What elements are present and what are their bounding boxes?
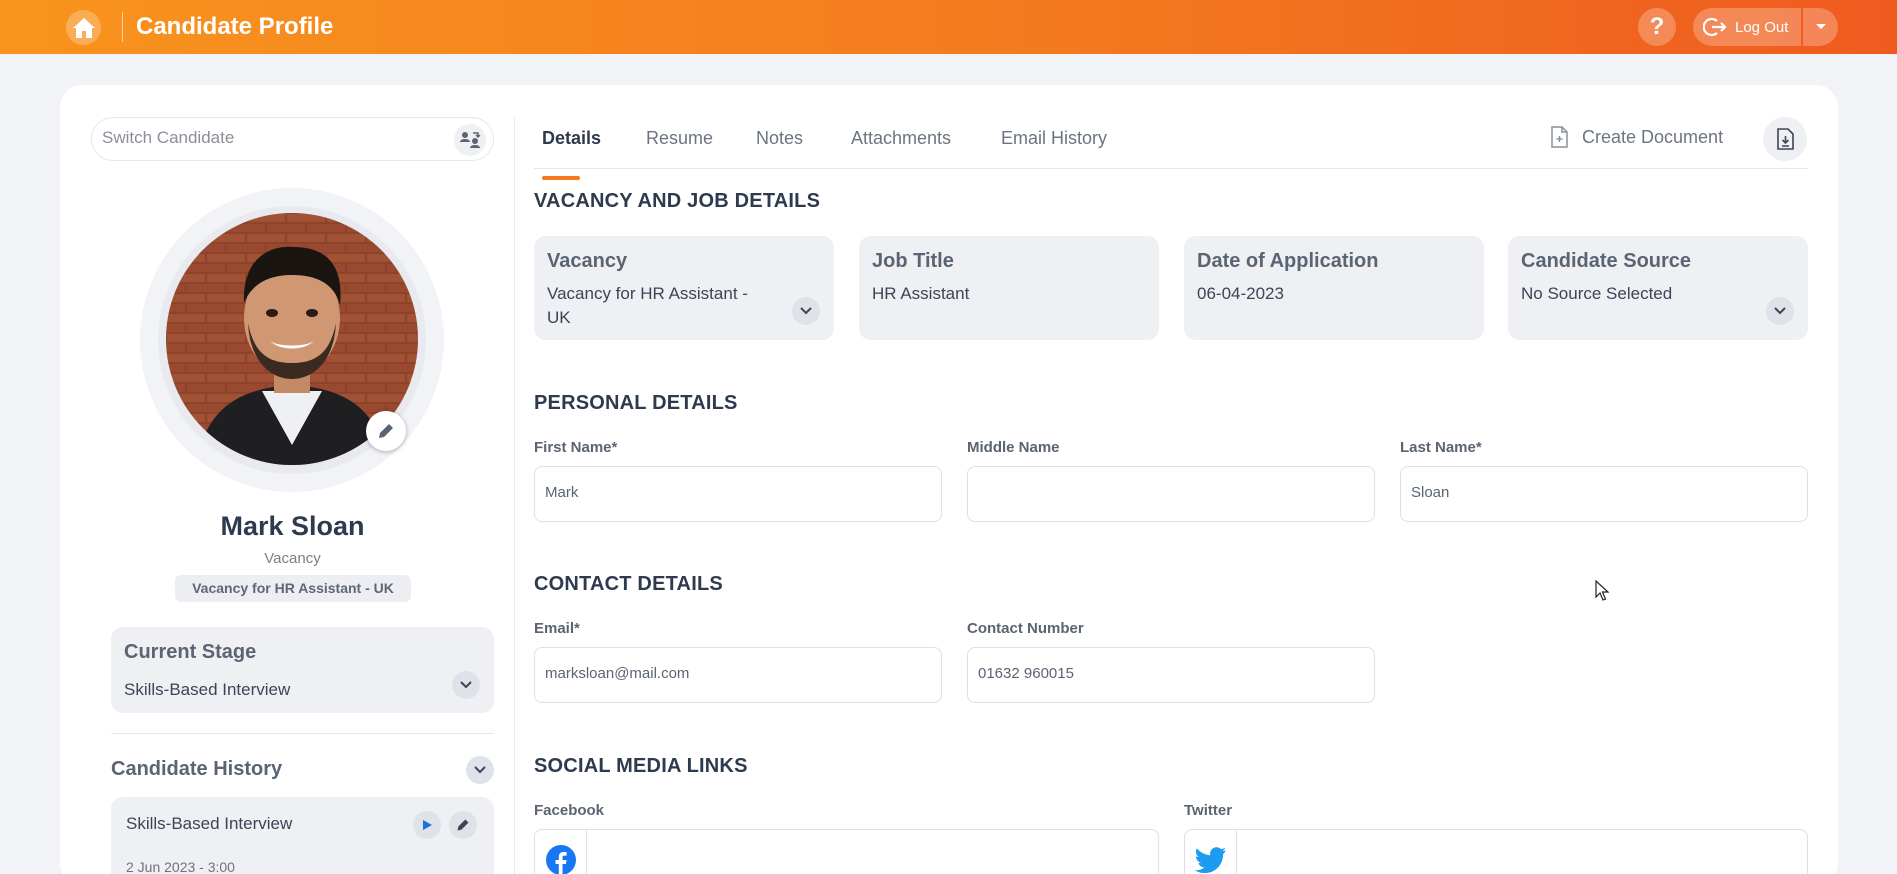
column-divider <box>514 117 515 874</box>
history-item-stage: Skills-Based Interview <box>126 814 293 833</box>
vacancy-card-label: Vacancy <box>547 250 628 272</box>
pencil-icon <box>379 424 393 438</box>
switch-user-icon <box>460 132 481 148</box>
first-name-input[interactable] <box>545 484 925 501</box>
chevron-down-icon <box>474 766 486 774</box>
chevron-down-icon <box>800 307 812 315</box>
chevron-down-icon <box>1774 307 1786 315</box>
download-document-icon <box>1777 128 1794 150</box>
candidate-source-card[interactable]: Candidate Source No Source Selected <box>1508 236 1808 340</box>
stage-dropdown-button[interactable] <box>452 671 480 699</box>
play-icon <box>423 820 432 830</box>
switch-candidate-button[interactable] <box>454 124 486 156</box>
chevron-down-icon <box>460 681 472 689</box>
switch-candidate-input[interactable] <box>102 128 432 148</box>
current-stage-select[interactable]: Current Stage Skills-Based Interview <box>111 627 494 713</box>
social-section-title: SOCIAL MEDIA LINKS <box>534 755 748 777</box>
history-toggle-button[interactable] <box>466 756 494 784</box>
twitter-field[interactable] <box>1184 829 1808 874</box>
logout-label: Log Out <box>1735 18 1789 36</box>
contact-number-input[interactable] <box>978 665 1358 682</box>
facebook-icon-box <box>535 830 587 874</box>
job-title-card-value: HR Assistant <box>872 284 970 303</box>
active-tab-indicator <box>542 176 580 180</box>
email-label: Email* <box>534 620 580 637</box>
create-document-label: Create Document <box>1582 126 1724 147</box>
tab-notes[interactable]: Notes <box>756 128 803 149</box>
application-date-card-value: 06-04-2023 <box>1197 284 1284 303</box>
candidate-history-title: Candidate History <box>111 758 283 780</box>
application-date-card-label: Date of Application <box>1197 250 1379 272</box>
contact-section-title: CONTACT DETAILS <box>534 573 723 595</box>
home-button[interactable] <box>66 10 101 45</box>
switch-candidate-field[interactable] <box>91 117 494 161</box>
history-item: Skills-Based Interview 2 Jun 2023 - 3:00 <box>111 797 494 874</box>
document-add-icon <box>1551 126 1568 148</box>
vacancy-card-value: Vacancy for HR Assistant - UK <box>547 284 748 327</box>
top-bar: Candidate Profile ? Log Out <box>0 0 1897 54</box>
twitter-icon-box <box>1185 830 1237 874</box>
application-date-card: Date of Application 06-04-2023 <box>1184 236 1484 340</box>
header-divider <box>122 12 123 42</box>
vacancy-dropdown-button[interactable] <box>792 297 820 325</box>
tab-details-label: Details <box>542 128 602 148</box>
last-name-field[interactable] <box>1400 466 1808 522</box>
first-name-field[interactable] <box>534 466 942 522</box>
contact-number-label: Contact Number <box>967 620 1084 637</box>
personal-section-title: PERSONAL DETAILS <box>534 392 738 414</box>
create-document-button[interactable]: Create Document <box>1550 126 1723 148</box>
vacancy-card[interactable]: Vacancy Vacancy for HR Assistant - UK <box>534 236 834 340</box>
tab-details[interactable]: Details <box>542 128 602 180</box>
last-name-label: Last Name* <box>1400 439 1482 456</box>
job-title-card: Job Title HR Assistant <box>859 236 1159 340</box>
email-field[interactable] <box>534 647 942 703</box>
facebook-field[interactable] <box>534 829 1159 874</box>
logout-button[interactable]: Log Out <box>1693 8 1801 46</box>
twitter-icon <box>1194 847 1226 873</box>
sidebar-divider <box>111 733 494 734</box>
candidate-source-card-label: Candidate Source <box>1521 250 1692 272</box>
history-play-button[interactable] <box>413 811 441 839</box>
source-dropdown-button[interactable] <box>1766 297 1794 325</box>
question-icon: ? <box>1649 13 1665 40</box>
history-edit-button[interactable] <box>449 811 477 839</box>
current-stage-title: Current Stage <box>124 641 257 663</box>
download-button[interactable] <box>1763 117 1807 161</box>
last-name-input[interactable] <box>1411 484 1791 501</box>
help-button[interactable]: ? <box>1638 8 1676 46</box>
tab-attachments[interactable]: Attachments <box>851 128 951 149</box>
facebook-icon <box>545 845 576 874</box>
candidate-vacancy-label: Vacancy <box>264 550 321 567</box>
candidate-source-card-value: No Source Selected <box>1521 284 1673 303</box>
edit-avatar-button[interactable] <box>366 411 406 451</box>
tab-resume[interactable]: Resume <box>646 128 713 149</box>
current-stage-value: Skills-Based Interview <box>124 680 291 699</box>
history-item-date: 2 Jun 2023 - 3:00 <box>126 859 235 874</box>
vacancy-section-title: VACANCY AND JOB DETAILS <box>534 190 821 212</box>
middle-name-label: Middle Name <box>967 439 1060 456</box>
job-title-card-label: Job Title <box>872 250 954 272</box>
middle-name-field[interactable] <box>967 466 1375 522</box>
candidate-vacancy-badge: Vacancy for HR Assistant - UK <box>175 575 411 602</box>
contact-number-field[interactable] <box>967 647 1375 703</box>
caret-down-icon <box>1815 24 1826 29</box>
middle-name-input[interactable] <box>978 484 1358 501</box>
first-name-label: First Name* <box>534 439 618 456</box>
tab-email-history[interactable]: Email History <box>1001 128 1107 149</box>
pencil-icon <box>457 819 469 831</box>
email-input[interactable] <box>545 665 925 682</box>
home-icon <box>72 17 95 38</box>
candidate-name: Mark Sloan <box>220 511 365 541</box>
logout-icon <box>1703 17 1727 37</box>
facebook-label: Facebook <box>534 802 605 819</box>
twitter-label: Twitter <box>1184 802 1233 819</box>
account-menu-button[interactable] <box>1803 8 1838 46</box>
mouse-cursor-icon <box>1595 580 1610 601</box>
page-title: Candidate Profile <box>136 13 334 40</box>
